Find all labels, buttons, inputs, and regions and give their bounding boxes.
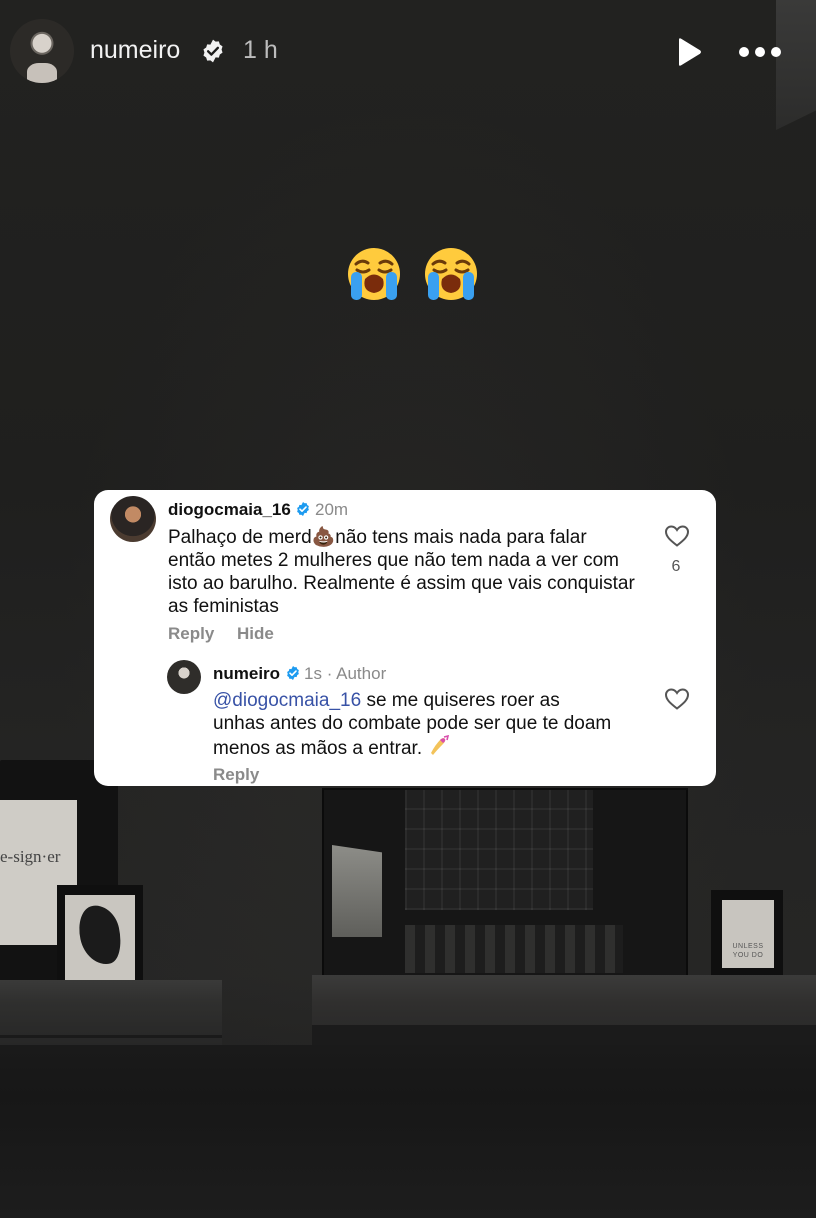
loudly-crying-face-icon bbox=[348, 248, 400, 300]
comment-reply-sticker[interactable]: diogocmaia_16 20m Palhaço de merd💩não te… bbox=[94, 490, 716, 786]
commenter-avatar[interactable] bbox=[110, 496, 156, 542]
background-poster-text: e-sign·er bbox=[0, 847, 61, 866]
like-count: 6 bbox=[671, 558, 681, 575]
comment-timestamp: 20m bbox=[315, 500, 349, 519]
nail-polish-icon bbox=[431, 735, 450, 755]
reply-button[interactable]: Reply bbox=[213, 765, 259, 785]
reply-timestamp: 1s bbox=[304, 664, 322, 683]
comment-text: Palhaço de merd💩não tens mais nada para … bbox=[168, 527, 635, 617]
replier-avatar[interactable] bbox=[167, 660, 201, 694]
background-right-poster-text: UNLESS YOU DO bbox=[732, 943, 764, 959]
commenter-username[interactable]: diogocmaia_16 bbox=[168, 500, 291, 520]
like-heart-icon[interactable] bbox=[664, 524, 690, 548]
sticker-emojis bbox=[346, 246, 481, 315]
reply-button[interactable]: Reply bbox=[168, 624, 214, 644]
verified-badge-icon bbox=[203, 39, 223, 63]
background-tv-light bbox=[332, 845, 382, 937]
background-tv-reflection bbox=[405, 790, 593, 910]
author-label: Author bbox=[336, 664, 387, 683]
verified-badge-icon bbox=[287, 666, 299, 680]
more-options-icon[interactable] bbox=[738, 43, 782, 61]
verified-badge-icon bbox=[297, 502, 309, 516]
reply-text: @diogocmaia_16 se me quiseres roer as un… bbox=[213, 689, 613, 760]
play-icon[interactable] bbox=[672, 36, 704, 68]
author-avatar[interactable] bbox=[10, 19, 74, 83]
story-timestamp: 1 h bbox=[243, 36, 278, 64]
replier-username[interactable]: numeiro bbox=[213, 664, 280, 684]
like-heart-icon[interactable] bbox=[664, 687, 690, 711]
background-tv-floor bbox=[405, 925, 623, 973]
background-sofa bbox=[0, 1045, 816, 1218]
background-console-shadow bbox=[312, 1025, 816, 1047]
story-header: numeiro 1 h bbox=[0, 0, 816, 105]
mention-link[interactable]: @diogocmaia_16 bbox=[213, 690, 361, 711]
hide-button[interactable]: Hide bbox=[237, 624, 274, 644]
author-username[interactable]: numeiro bbox=[90, 36, 180, 65]
loudly-crying-face-icon bbox=[424, 248, 477, 300]
background-shelf-gap bbox=[0, 1035, 222, 1038]
reply-meta: 1s · Author bbox=[304, 664, 387, 683]
